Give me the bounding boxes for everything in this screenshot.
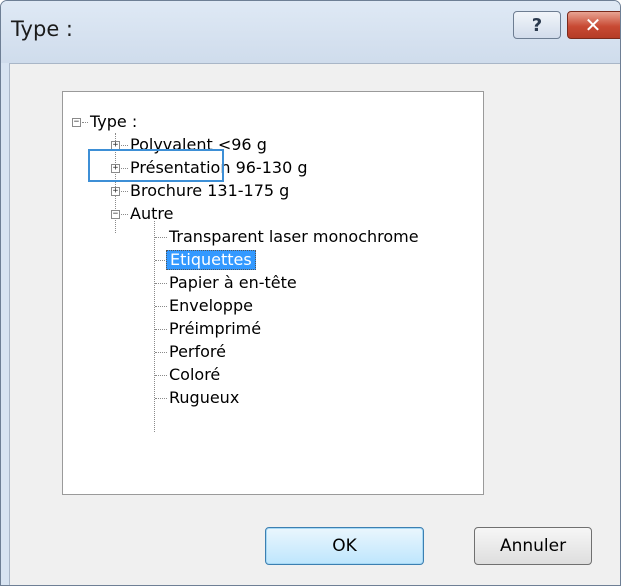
tree-root-label: Type : [90, 112, 138, 131]
tree-item-label: Coloré [169, 365, 221, 384]
tree-connector [155, 329, 167, 330]
collapse-icon[interactable]: − [72, 118, 81, 127]
cancel-button[interactable]: Annuler [474, 527, 592, 565]
selection-highlight-frame [88, 149, 224, 182]
tree-item-label-selected: Etiquettes [166, 250, 256, 270]
tree-connector [155, 398, 167, 399]
close-icon: ✕ [584, 13, 602, 37]
tree-connector [155, 375, 167, 376]
tree-connector [154, 221, 155, 432]
tree-item-label: Rugueux [169, 388, 240, 407]
ok-button[interactable]: OK [265, 527, 424, 565]
close-button[interactable]: ✕ [567, 11, 620, 39]
tree-item-label: Brochure 131-175 g [130, 181, 290, 200]
tree-connector [121, 214, 128, 215]
tree-connector [155, 283, 167, 284]
collapse-icon[interactable]: − [111, 210, 120, 219]
expand-icon[interactable]: + [111, 187, 120, 196]
tree-connector [155, 306, 167, 307]
tree-item-label: Préimprimé [169, 319, 262, 338]
title-bar[interactable]: Type : ? ✕ [1, 1, 620, 63]
dialog-client-area: − Type : + Polyvalent <96 g + Présentati… [9, 63, 620, 585]
tree-item-label: Enveloppe [169, 296, 253, 315]
tree-item-label: Perforé [169, 342, 226, 361]
tree-connector [121, 191, 128, 192]
help-icon: ? [531, 14, 543, 36]
tree-connector [155, 237, 167, 238]
tree-connector [121, 145, 128, 146]
tree-connector [155, 352, 167, 353]
type-dialog: Type : ? ✕ − Type : + Polyvalent <96 g + [0, 0, 621, 586]
tree-item-label: Papier à en-tête [169, 273, 297, 292]
tree-connector [82, 122, 88, 123]
window-title: Type : [11, 17, 73, 41]
tree-item-label: Transparent laser monochrome [169, 227, 419, 246]
help-button[interactable]: ? [513, 11, 561, 39]
tree-item-label: Autre [130, 204, 174, 223]
